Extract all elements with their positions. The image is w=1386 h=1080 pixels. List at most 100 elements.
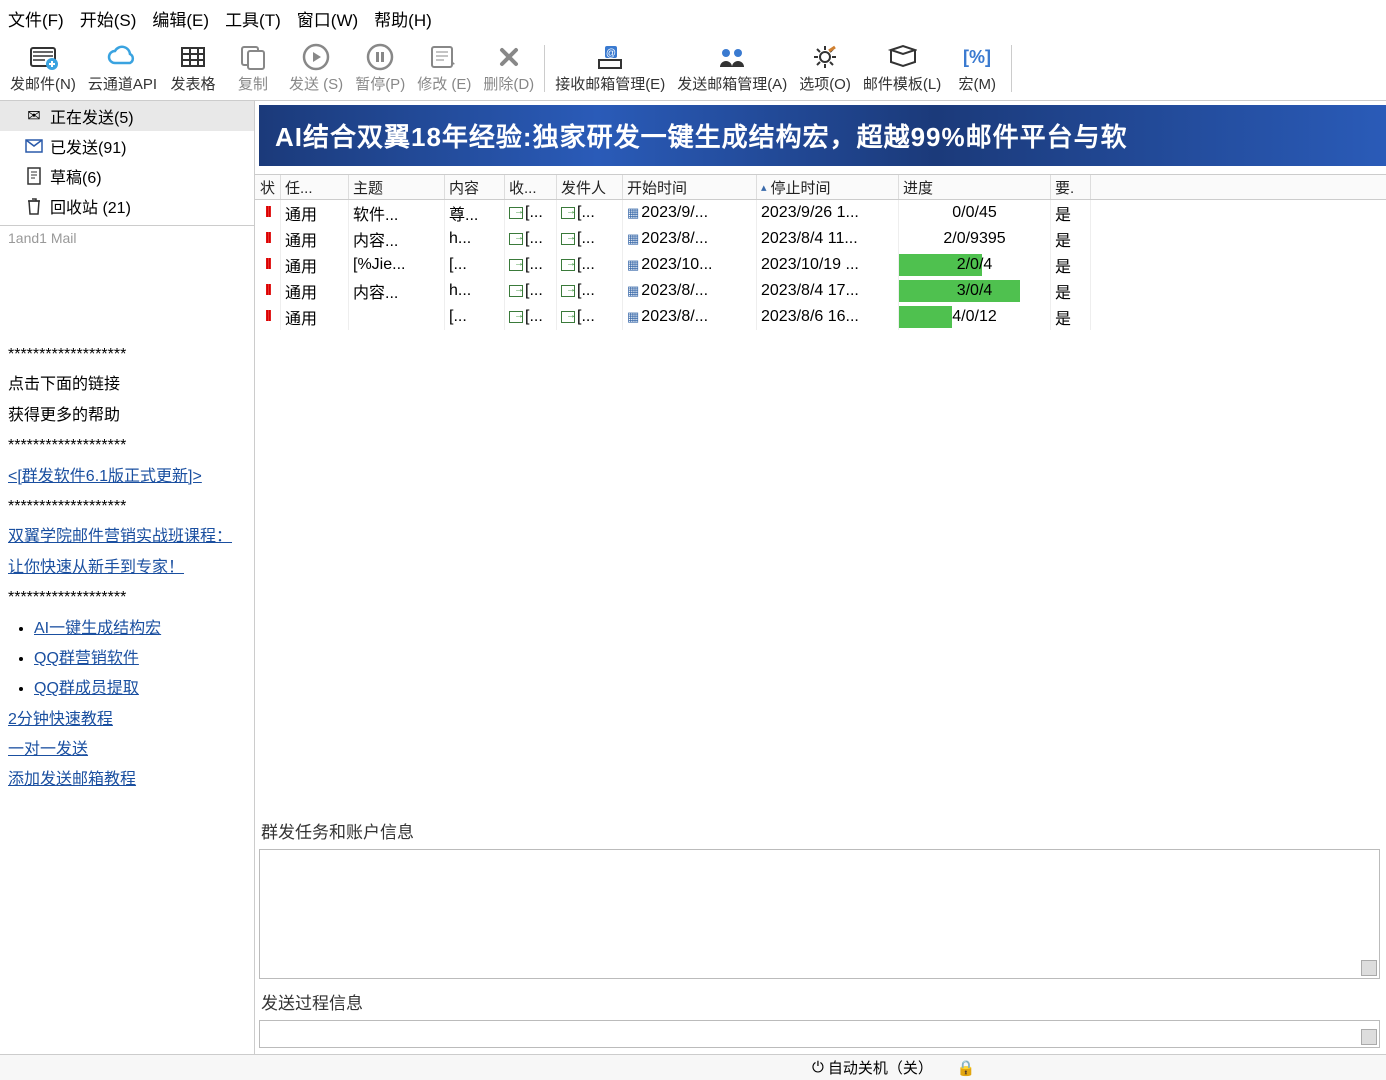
paused-icon: II — [265, 308, 270, 326]
list-icon — [509, 259, 523, 271]
link-qq-members[interactable]: QQ群成员提取 — [34, 680, 139, 697]
svg-text:[%]: [%] — [963, 47, 991, 67]
send-account-button[interactable]: 发送邮箱管理(A) — [671, 39, 793, 98]
template-button[interactable]: 邮件模板(L) — [857, 39, 947, 98]
template-icon — [887, 43, 917, 71]
col-status[interactable]: 状 — [255, 175, 281, 199]
paused-icon: II — [265, 282, 270, 300]
col-stop-time[interactable]: ▴停止时间 — [757, 175, 899, 199]
link-ai-macro[interactable]: AI一键生成结构宏 — [34, 620, 161, 637]
folder-trash[interactable]: 回收站 (21) — [0, 191, 254, 221]
menu-edit[interactable]: 编辑(E) — [152, 6, 209, 31]
cloud-api-button[interactable]: 云通道API — [82, 39, 163, 98]
col-sender[interactable]: 发件人 — [557, 175, 623, 199]
trash-icon — [24, 197, 44, 215]
scroll-handle[interactable] — [1361, 960, 1377, 976]
cell-subject: 内容... — [349, 278, 445, 304]
col-content[interactable]: 内容 — [445, 175, 505, 199]
recv-account-button[interactable]: @ 接收邮箱管理(E) — [549, 39, 671, 98]
table-row[interactable]: II通用内容...h...[...[...▦2023/8/...2023/8/4… — [255, 226, 1386, 252]
menu-tools[interactable]: 工具(T) — [225, 6, 281, 31]
copy-button[interactable]: 复制 — [223, 39, 283, 98]
link-add-smtp[interactable]: 添加发送邮箱教程 — [8, 771, 136, 788]
toolbar-separator — [1011, 45, 1012, 92]
sort-indicator-icon: ▴ — [761, 181, 767, 194]
list-icon — [561, 311, 575, 323]
svg-text:@: @ — [606, 48, 616, 59]
calendar-icon: ▦ — [627, 231, 639, 247]
list-icon — [509, 311, 523, 323]
promo-banner[interactable]: AI结合双翼18年经验:独家研发一键生成结构宏，超越99%邮件平台与软 — [259, 105, 1386, 166]
cell-stop: 2023/8/6 16... — [757, 304, 899, 330]
document-icon — [24, 167, 44, 185]
table-row[interactable]: II通用内容...h...[...[...▦2023/8/...2023/8/4… — [255, 278, 1386, 304]
play-icon — [302, 43, 330, 71]
menu-help[interactable]: 帮助(H) — [374, 6, 432, 31]
folder-label: 回收站 (21) — [50, 194, 131, 218]
link-one-to-one[interactable]: 一对一发送 — [8, 741, 88, 758]
scroll-handle[interactable] — [1361, 1029, 1377, 1045]
link-quick-tutorial[interactable]: 2分钟快速教程 — [8, 711, 113, 728]
status-auto-shutdown[interactable]: ⏻ 自动关机（关） — [812, 1057, 933, 1078]
cell-subject — [349, 304, 445, 330]
folder-label: 草稿(6) — [50, 164, 102, 188]
col-required[interactable]: 要. — [1051, 175, 1091, 199]
cell-task: 通用 — [281, 226, 349, 252]
send-table-button[interactable]: 发表格 — [163, 39, 223, 98]
cell-sender: [... — [557, 252, 623, 278]
cell-content: [... — [445, 304, 505, 330]
users-icon — [716, 43, 748, 71]
send-mail-button[interactable]: 发邮件(N) — [4, 39, 82, 98]
cell-required: 是 — [1051, 200, 1091, 226]
pause-button[interactable]: 暂停(P) — [349, 39, 411, 98]
table-row[interactable]: II通用软件...尊...[...[...▦2023/9/...2023/9/2… — [255, 200, 1386, 226]
folder-draft[interactable]: 草稿(6) — [0, 161, 254, 191]
options-button[interactable]: 选项(O) — [793, 39, 857, 98]
help-text: 点击下面的链接 — [8, 370, 246, 400]
send-button[interactable]: 发送 (S) — [283, 39, 349, 98]
modify-button[interactable]: 修改 (E) — [411, 39, 477, 98]
table-row[interactable]: II通用[%Jie...[...[...[...▦2023/10...2023/… — [255, 252, 1386, 278]
col-subject[interactable]: 主题 — [349, 175, 445, 199]
macro-button[interactable]: [%] 宏(M) — [947, 39, 1007, 98]
send-log-box — [259, 1020, 1380, 1048]
folder-sent[interactable]: 已发送(91) — [0, 131, 254, 161]
cell-recipient: [... — [505, 304, 557, 330]
menu-file[interactable]: 文件(F) — [8, 6, 64, 31]
list-icon — [509, 233, 523, 245]
gear-icon — [811, 43, 839, 71]
cell-sender: [... — [557, 278, 623, 304]
cell-sender: [... — [557, 226, 623, 252]
folder-sending[interactable]: ✉ 正在发送(5) — [0, 101, 254, 131]
menu-window[interactable]: 窗口(W) — [297, 6, 358, 31]
link-course[interactable]: 双翼学院邮件营销实战班课程：让你快速从新手到专家！ — [8, 528, 232, 575]
cell-required: 是 — [1051, 226, 1091, 252]
status-indicator: 🔒 — [957, 1059, 976, 1077]
table-row[interactable]: II通用[...[...[...▦2023/8/...2023/8/6 16..… — [255, 304, 1386, 330]
delete-icon — [496, 43, 522, 71]
cell-progress: 2/0/4 — [899, 252, 1051, 278]
toolbar-separator — [544, 45, 545, 92]
col-task[interactable]: 任... — [281, 175, 349, 199]
toolbar-label: 发表格 — [171, 73, 216, 94]
cell-content: [... — [445, 252, 505, 278]
divider-stars: ******************* — [8, 340, 246, 370]
calendar-icon: ▦ — [627, 257, 639, 273]
cell-stop: 2023/8/4 11... — [757, 226, 899, 252]
cell-progress: 3/0/4 — [899, 278, 1051, 304]
cell-stop: 2023/10/19 ... — [757, 252, 899, 278]
col-progress[interactable]: 进度 — [899, 175, 1051, 199]
list-icon — [561, 233, 575, 245]
delete-button[interactable]: 删除(D) — [477, 39, 540, 98]
link-qq-marketing[interactable]: QQ群营销软件 — [34, 650, 139, 667]
cell-subject: 软件... — [349, 200, 445, 226]
copy-icon — [239, 43, 267, 71]
col-recipient[interactable]: 收... — [505, 175, 557, 199]
toolbar-label: 暂停(P) — [355, 73, 405, 94]
cell-stop: 2023/8/4 17... — [757, 278, 899, 304]
link-update[interactable]: <[群发软件6.1版正式更新]> — [8, 468, 202, 485]
menu-start[interactable]: 开始(S) — [80, 6, 137, 31]
cell-required: 是 — [1051, 278, 1091, 304]
col-start-time[interactable]: 开始时间 — [623, 175, 757, 199]
envelope-open-icon: ✉ — [24, 106, 44, 126]
